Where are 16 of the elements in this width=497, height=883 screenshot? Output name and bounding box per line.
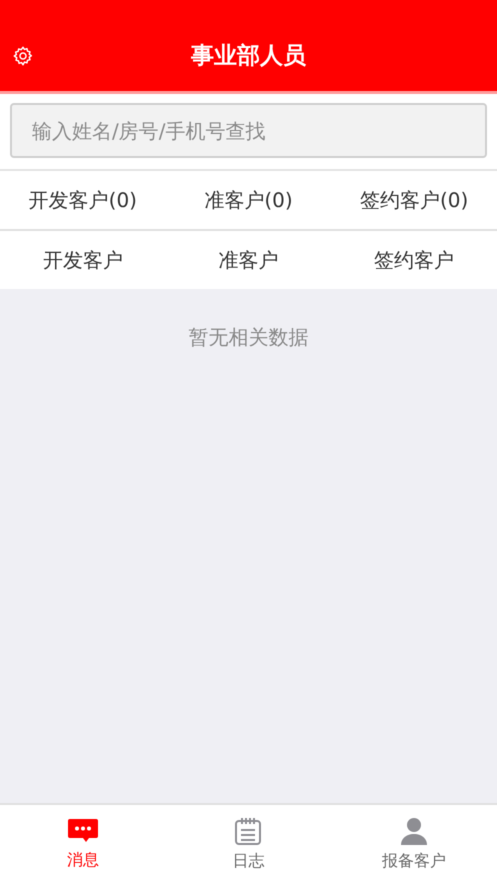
settings-icon[interactable] [12, 45, 34, 67]
notepad-icon [234, 816, 262, 844]
log-tab[interactable]: 日志 [166, 805, 332, 883]
category-count[interactable]: 准客户(0) [204, 186, 293, 214]
customers-tab[interactable]: 报备客户 [331, 805, 497, 883]
person-icon [400, 816, 428, 844]
page-title: 事业部人员 [191, 42, 306, 71]
chat-bubble-icon [68, 818, 98, 844]
category-count[interactable]: 签约客户(0) [360, 186, 468, 214]
category-tab[interactable]: 签约客户 [374, 246, 454, 274]
search-field[interactable]: 输入姓名/房号/手机号查找 [10, 103, 487, 158]
category-tab[interactable]: 开发客户 [42, 246, 123, 274]
category-count[interactable]: 开发客户(0) [28, 186, 137, 214]
category-tab[interactable]: 准客户 [218, 246, 278, 274]
messages-tab[interactable]: 消息 [0, 805, 166, 883]
empty-message: 暂无相关数据 [188, 324, 308, 351]
